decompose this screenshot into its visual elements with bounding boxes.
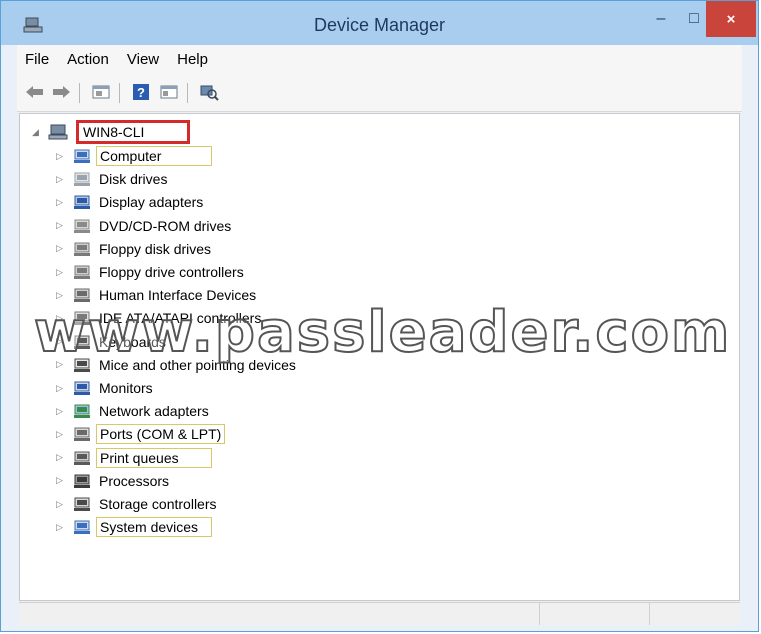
expand-arrow-icon[interactable]: ▷ [56,174,66,185]
tree-item-label[interactable]: Monitors [96,379,156,397]
tree-item-label[interactable]: Network adapters [96,402,212,420]
tree-item[interactable]: ▷ Disk drives [56,169,170,189]
tree-item[interactable]: ▷ Floppy drive controllers [56,262,247,282]
properties-icon[interactable] [91,83,111,101]
tree-item-label[interactable]: Floppy disk drives [96,240,214,258]
processor-icon [74,474,90,488]
tree-item[interactable]: ▷ Ports (COM & LPT) [56,424,226,445]
tree-item[interactable]: ▷ Print queues [56,447,212,468]
device-tree-panel[interactable]: ◢ WIN8-CLI ▷ Computer ▷ Disk drives ▷ Display… [19,113,740,601]
status-bar [19,602,740,625]
computer-icon [74,149,90,163]
close-button[interactable]: × [706,1,756,37]
expand-arrow-icon[interactable]: ▷ [56,522,66,533]
expand-arrow-icon[interactable]: ▷ [56,452,66,463]
tree-item-label[interactable]: Keyboards [96,333,169,351]
back-arrow-icon[interactable] [25,83,45,101]
tree-item-label[interactable]: Storage controllers [96,495,220,513]
expand-arrow-icon[interactable]: ▷ [56,359,66,370]
keyboard-icon [74,335,90,349]
expand-arrow-icon[interactable]: ▷ [56,197,66,208]
network-adapter-icon [74,404,90,419]
floppy-controller-icon [74,265,90,279]
tree-item-label[interactable]: Display adapters [96,193,206,211]
tree-item-label[interactable]: Human Interface Devices [96,286,259,304]
menu-bar: File Action View Help [17,45,742,73]
printer-icon [74,451,90,465]
system-devices-icon [74,520,90,535]
toolbar-separator [187,83,188,103]
storage-controller-icon [74,497,90,511]
tree-item[interactable]: ▷ IDE ATA/ATAPI controllers [56,308,264,328]
tree-item-label[interactable]: Processors [96,472,172,490]
forward-arrow-icon[interactable] [51,83,71,101]
tree-item[interactable]: ▷ Storage controllers [56,494,220,514]
expand-arrow-icon[interactable]: ▷ [56,151,66,162]
expand-arrow-icon[interactable]: ▷ [56,267,66,278]
title-bar[interactable]: Device Manager – □ × [1,1,758,45]
expand-arrow-icon[interactable]: ▷ [56,336,66,347]
mouse-icon [74,358,90,372]
status-cell [539,603,540,625]
scan-hardware-icon[interactable] [199,83,219,101]
device-manager-window: Device Manager – □ × File Action View He… [0,0,759,632]
expand-arrow-icon[interactable]: ▷ [56,313,66,324]
expand-arrow-icon[interactable]: ▷ [56,290,66,301]
tree-item-label[interactable]: Print queues [96,447,212,468]
menu-help[interactable]: Help [169,51,216,68]
help-icon[interactable]: ? [131,83,151,101]
tree-item[interactable]: ▷ Floppy disk drives [56,239,214,259]
tree-item[interactable]: ▷ DVD/CD-ROM drives [56,216,234,236]
tree-item-label[interactable]: System devices [96,517,212,538]
expand-arrow-icon[interactable]: ▷ [56,220,66,231]
expand-arrow-icon[interactable]: ▷ [56,475,66,486]
expand-arrow-icon[interactable]: ▷ [56,406,66,417]
menu-file[interactable]: File [17,51,57,68]
tree-item-label[interactable]: DVD/CD-ROM drives [96,217,234,235]
ide-controller-icon [74,311,90,326]
disk-icon [74,172,90,187]
toolbar: ? [17,73,742,112]
expand-arrow-icon[interactable]: ▷ [56,383,66,394]
tree-item[interactable]: ▷ Computer [56,146,212,166]
floppy-disk-icon [74,242,90,256]
ports-icon [74,427,90,442]
menu-view[interactable]: View [119,51,167,68]
toolbar-separator [119,83,120,103]
tree-item-label[interactable]: Floppy drive controllers [96,263,247,281]
tree-item-label[interactable]: Computer [96,146,212,166]
tree-item[interactable]: ▷ Monitors [56,378,156,398]
toolbar-separator [79,83,80,103]
tree-item[interactable]: ▷ Keyboards [56,332,169,352]
tree-item-label[interactable]: Ports (COM & LPT) [96,424,226,445]
monitor-icon [74,381,90,395]
hid-icon [74,288,90,303]
root-computer-name[interactable]: WIN8-CLI [76,120,190,144]
expand-arrow-icon[interactable]: ▷ [56,243,66,254]
show-hide-console-icon[interactable] [159,83,179,101]
tree-item[interactable]: ▷ Processors [56,471,172,491]
tree-item[interactable]: ▷ System devices [56,517,212,538]
svg-text:?: ? [137,85,145,100]
menu-action[interactable]: Action [59,51,117,68]
display-adapter-icon [74,195,90,210]
dvd-drive-icon [74,219,90,233]
tree-item[interactable]: ▷ Human Interface Devices [56,285,259,305]
status-cell [649,603,650,625]
tree-item-label[interactable]: Disk drives [96,170,170,188]
tree-item[interactable]: ▷ Display adapters [56,192,206,212]
computer-root-icon [48,124,68,140]
collapse-arrow-icon[interactable]: ◢ [32,127,42,138]
expand-arrow-icon[interactable]: ▷ [56,429,66,440]
expand-arrow-icon[interactable]: ▷ [56,499,66,510]
tree-root[interactable]: ◢ WIN8-CLI [32,120,190,144]
tree-item-label[interactable]: IDE ATA/ATAPI controllers [96,309,264,327]
tree-item[interactable]: ▷ Network adapters [56,401,212,421]
tree-item[interactable]: ▷ Mice and other pointing devices [56,355,299,375]
tree-item-label[interactable]: Mice and other pointing devices [96,356,299,374]
